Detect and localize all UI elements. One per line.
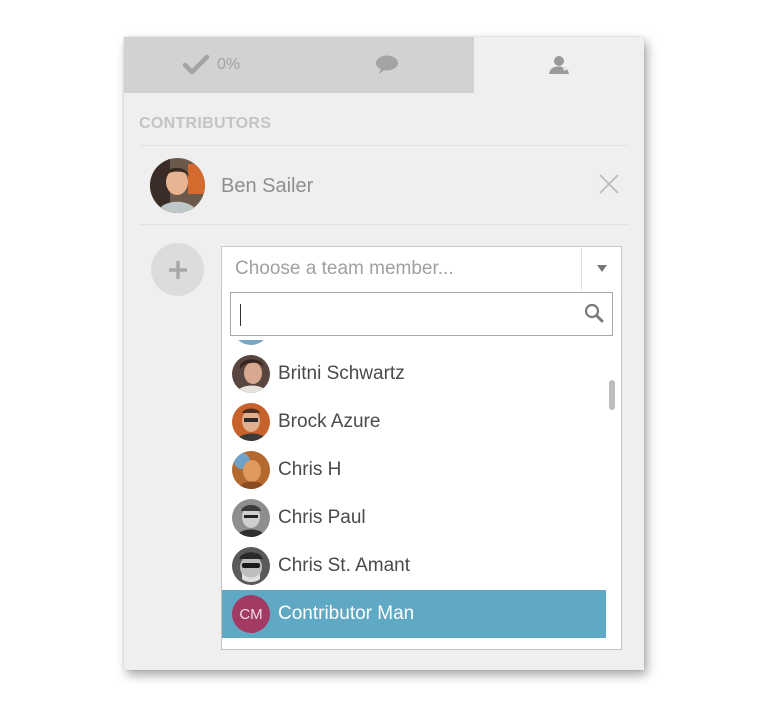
member-search-input[interactable]: [230, 292, 613, 336]
member-name: Chris St. Amant: [278, 555, 410, 576]
member-name: Chris H: [278, 459, 342, 480]
section-title: CONTRIBUTORS: [139, 115, 272, 132]
search-icon: [584, 303, 604, 323]
list-item[interactable]: Brock Azure: [222, 398, 606, 446]
tab-contributors[interactable]: [474, 37, 644, 93]
list-item[interactable]: Chris St. Amant: [222, 542, 606, 590]
text-caret: [240, 304, 241, 326]
checkmark-icon: [182, 54, 209, 75]
member-name: Chris Paul: [278, 507, 366, 528]
member-name: Contributor Man: [278, 603, 415, 624]
avatar: [232, 403, 270, 441]
list-item[interactable]: [222, 340, 606, 350]
avatar: [232, 355, 270, 393]
remove-contributor-button[interactable]: [597, 172, 621, 196]
team-member-select[interactable]: Choose a team member...: [221, 246, 622, 292]
select-placeholder: Choose a team member...: [235, 258, 454, 279]
list-item[interactable]: Britni Schwartz: [222, 350, 606, 398]
plus-icon: [168, 260, 187, 279]
list-item[interactable]: Chris Paul: [222, 494, 606, 542]
avatar: [232, 340, 270, 345]
close-icon: [599, 174, 619, 194]
speech-bubble-icon: [375, 55, 398, 74]
avatar: [232, 499, 270, 537]
avatar: [232, 451, 270, 489]
member-name: Brock Azure: [278, 411, 381, 432]
divider: [139, 145, 629, 146]
task-detail-panel: 0% CONTRIBUTORS Ben Sailer Choose a team…: [124, 37, 644, 670]
panel-tabs: 0%: [124, 37, 644, 93]
avatar: [150, 158, 205, 213]
user-icon: [549, 56, 569, 74]
avatar: [232, 547, 270, 585]
add-contributor-button[interactable]: [151, 243, 204, 296]
tab-comments[interactable]: [299, 37, 474, 93]
contributor-row: Ben Sailer: [139, 150, 629, 224]
select-toggle[interactable]: [581, 247, 621, 291]
scrollbar-thumb[interactable]: [609, 380, 615, 410]
divider: [139, 224, 629, 225]
tab-checklist[interactable]: 0%: [124, 37, 299, 93]
contributor-name: Ben Sailer: [221, 175, 314, 197]
list-item[interactable]: Chris H: [222, 446, 606, 494]
member-list: Britni Schwartz Brock Azure Chris H Chri…: [222, 340, 606, 649]
member-name: Britni Schwartz: [278, 363, 405, 384]
checklist-progress: 0%: [216, 56, 241, 73]
member-dropdown: Britni Schwartz Brock Azure Chris H Chri…: [221, 290, 622, 650]
list-item-selected[interactable]: CM Contributor Man: [222, 590, 606, 638]
initials-avatar: CM: [232, 595, 270, 633]
chevron-down-icon: [596, 265, 607, 272]
